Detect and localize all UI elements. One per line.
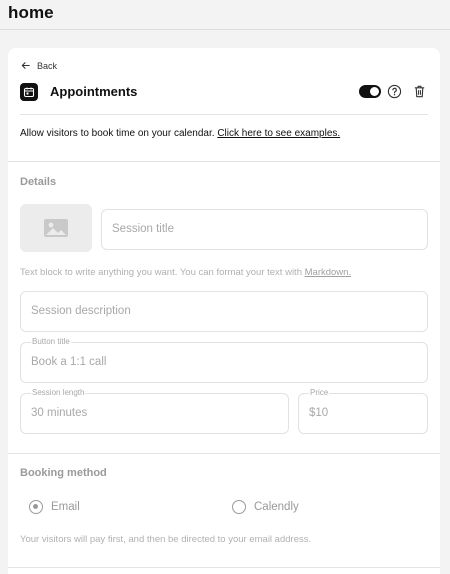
price-input[interactable]: Price $10: [298, 388, 428, 434]
session-description-placeholder: Session description: [31, 305, 131, 317]
session-length-label: Session length: [31, 388, 86, 397]
button-title-label: Button title: [31, 337, 71, 346]
radio-email[interactable]: Email: [29, 500, 80, 514]
block-title: Appointments: [50, 84, 138, 99]
section-divider: [8, 567, 440, 568]
radio-email-label: Email: [51, 501, 80, 513]
session-length-input[interactable]: Session length 30 minutes: [20, 388, 289, 434]
back-link[interactable]: Back: [20, 60, 57, 71]
price-label: Price: [309, 388, 330, 397]
booking-method-heading: Booking method: [20, 467, 107, 479]
page-title: home: [8, 3, 54, 22]
intro-text: Allow visitors to book time on your cale…: [20, 128, 340, 139]
divider: [20, 114, 428, 115]
markdown-link[interactable]: Markdown.: [305, 267, 351, 278]
booking-note: Your visitors will pay first, and then b…: [20, 534, 312, 545]
examples-link[interactable]: Click here to see examples.: [217, 128, 340, 139]
button-title-input[interactable]: Button title Book a 1:1 call: [20, 337, 428, 383]
session-title-placeholder: Session title: [112, 223, 175, 235]
intro-description: Allow visitors to book time on your cale…: [20, 128, 218, 139]
markdown-hint: Text block to write anything you want. Y…: [20, 267, 351, 278]
calendar-icon: [20, 83, 38, 101]
help-icon[interactable]: [387, 84, 402, 99]
toggle-knob: [370, 87, 379, 96]
session-length-value: 30 minutes: [31, 407, 88, 419]
radio-calendly[interactable]: Calendly: [232, 500, 299, 514]
radio-unselected-icon: [232, 500, 246, 514]
section-divider: [8, 453, 440, 454]
radio-calendly-label: Calendly: [254, 501, 299, 513]
arrow-left-icon: [21, 62, 30, 69]
image-icon: [44, 219, 68, 237]
back-label: Back: [37, 60, 58, 71]
appointments-card: Back Appointments Allow visitors to book…: [8, 48, 440, 574]
trash-icon[interactable]: [412, 84, 427, 99]
top-bar: home: [0, 0, 450, 30]
button-title-placeholder: Book a 1:1 call: [31, 356, 107, 368]
hint-text: Text block to write anything you want. Y…: [20, 267, 305, 278]
section-divider: [8, 161, 440, 162]
enable-toggle[interactable]: [359, 85, 381, 98]
session-description-input[interactable]: Session description: [20, 291, 428, 332]
price-value: $10: [309, 407, 329, 419]
image-upload[interactable]: [20, 204, 92, 252]
radio-selected-icon: [29, 500, 43, 514]
session-title-input[interactable]: Session title: [101, 209, 428, 250]
details-heading: Details: [20, 176, 57, 188]
